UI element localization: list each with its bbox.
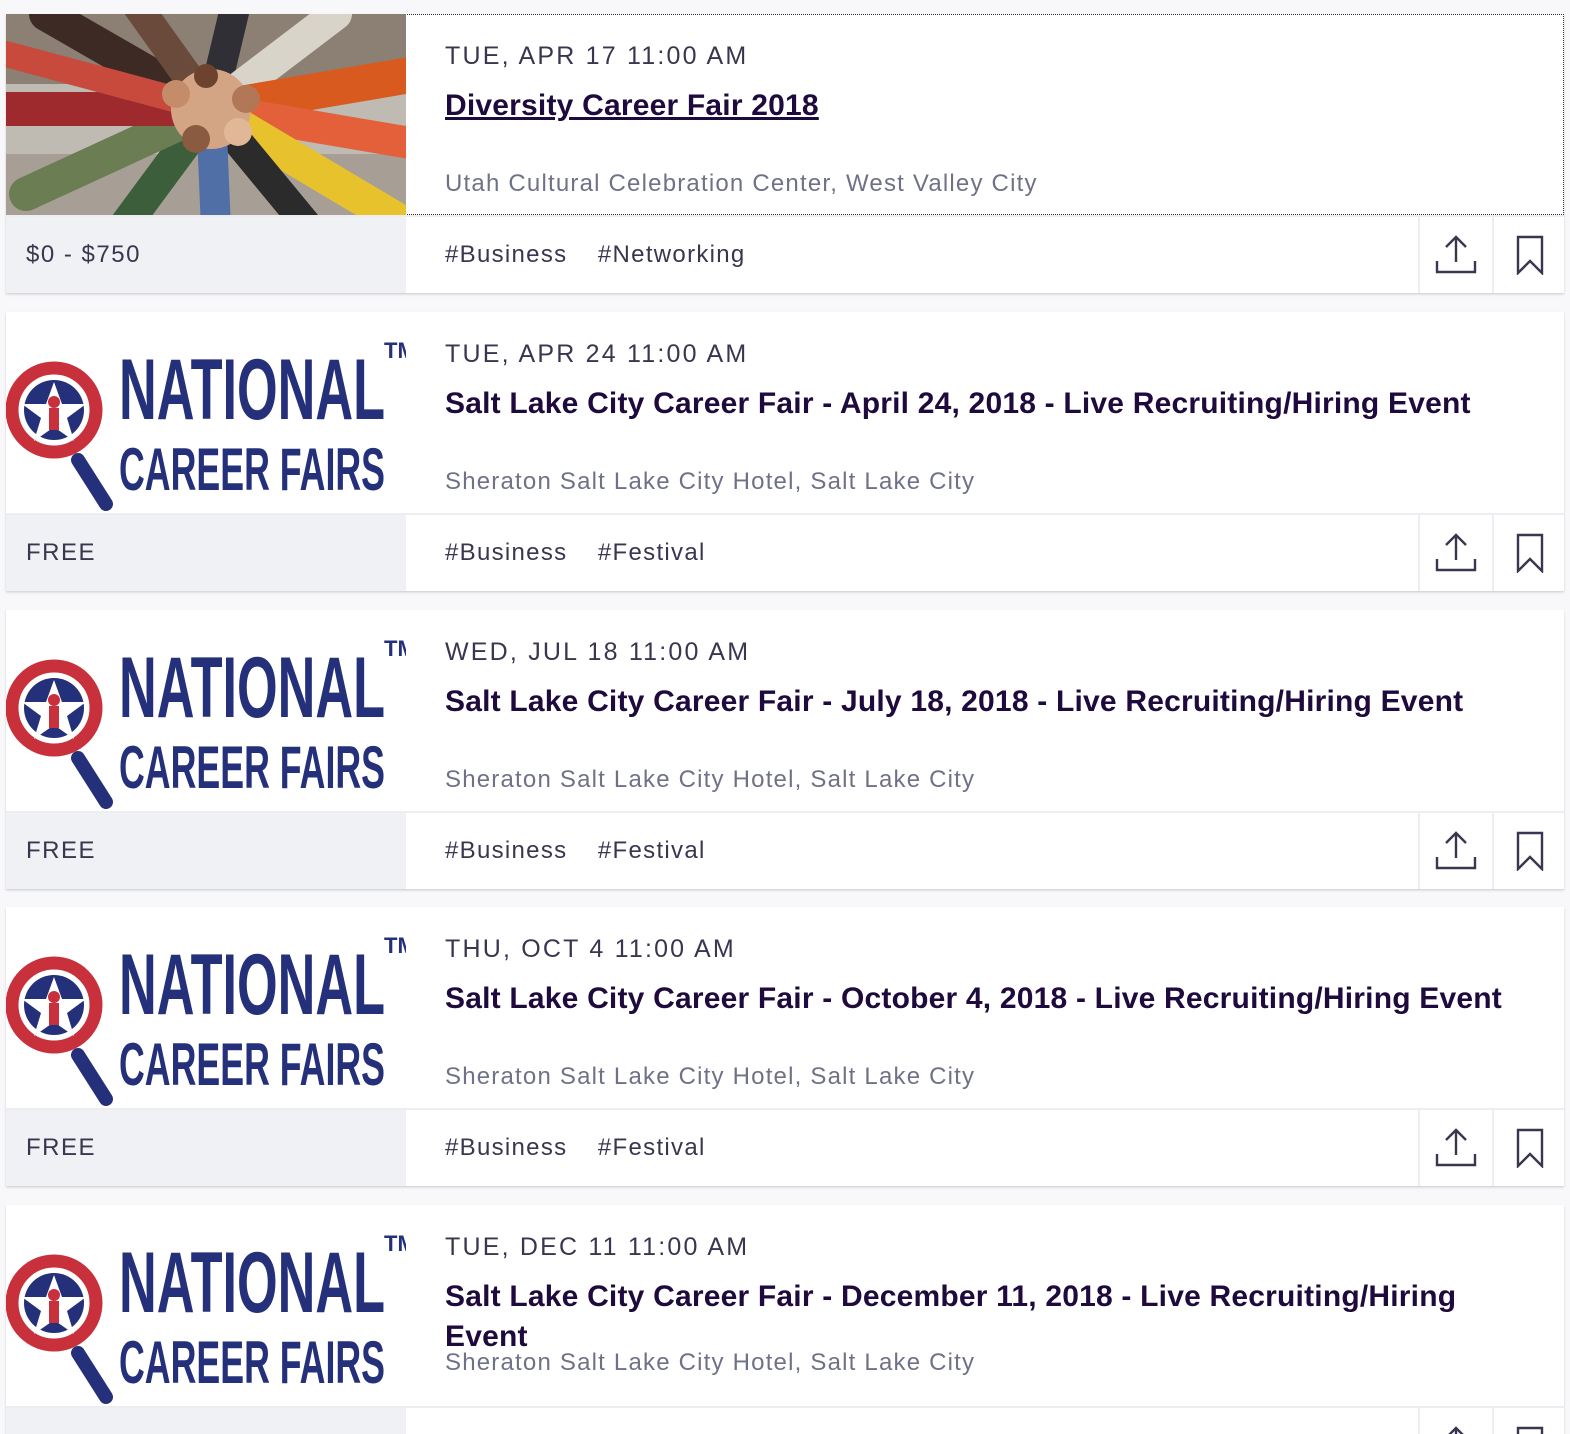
event-card[interactable]: NATIONAL TM CAREER FAIRS THU, OCT 4 11:0… [6, 907, 1564, 1186]
event-title[interactable]: Salt Lake City Career Fair - October 4, … [445, 979, 1525, 1019]
event-card-link[interactable]: NATIONAL TM CAREER FAIRS WED, JUL 18 11:… [6, 610, 1564, 811]
bookmark-button[interactable] [1492, 813, 1566, 889]
event-tag[interactable]: #Business [445, 539, 567, 566]
bookmark-icon [1516, 533, 1544, 573]
event-tag[interactable]: #Business [445, 1134, 567, 1161]
event-card-footer: FREE #Business #Festival [6, 1108, 1564, 1186]
event-tags: #Business #Festival [445, 515, 732, 591]
event-image[interactable] [6, 14, 406, 215]
event-card[interactable]: NATIONAL TM CAREER FAIRS WED, JUL 18 11:… [6, 610, 1564, 889]
event-venue: Sheraton Salt Lake City Hotel, Salt Lake… [445, 1349, 976, 1376]
bookmark-icon [1516, 1426, 1544, 1434]
share-icon [1448, 1426, 1464, 1434]
bookmark-button[interactable] [1492, 1408, 1566, 1434]
logo-word-national: NATIONAL [119, 640, 385, 736]
hands-in-circle-photo [6, 14, 406, 215]
bookmark-button[interactable] [1492, 217, 1566, 293]
event-date: TUE, DEC 11 11:00 AM [445, 1233, 750, 1261]
event-tags: #Business #Festival [445, 1110, 732, 1186]
event-card[interactable]: NATIONAL TM CAREER FAIRS TUE, APR 24 11:… [6, 312, 1564, 591]
logo-trademark: TM [384, 1231, 406, 1256]
event-card-footer: $0 - $750 #Business #Networking [6, 215, 1564, 293]
logo-trademark: TM [384, 338, 406, 363]
event-image[interactable]: NATIONAL TM CAREER FAIRS [6, 312, 406, 513]
event-tag[interactable]: #Festival [598, 837, 706, 864]
event-card-link[interactable]: TUE, APR 17 11:00 AM Diversity Career Fa… [6, 14, 1564, 215]
event-tag[interactable]: #Networking [598, 241, 746, 268]
event-image[interactable]: NATIONAL TM CAREER FAIRS [6, 1205, 406, 1406]
event-tag[interactable]: #Business [445, 241, 567, 268]
event-card[interactable]: NATIONAL TM CAREER FAIRS TUE, DEC 11 11:… [6, 1205, 1564, 1434]
event-image[interactable]: NATIONAL TM CAREER FAIRS [6, 907, 406, 1108]
event-title[interactable]: Salt Lake City Career Fair - December 11… [445, 1277, 1525, 1357]
event-info: TUE, APR 24 11:00 AM Salt Lake City Care… [445, 312, 1545, 513]
event-tag[interactable]: #Festival [598, 1134, 706, 1161]
event-info: TUE, DEC 11 11:00 AM Salt Lake City Care… [445, 1205, 1545, 1406]
event-price: FREE [6, 515, 406, 591]
bookmark-icon [1516, 1128, 1544, 1168]
share-icon [1435, 1128, 1477, 1167]
event-card[interactable]: TUE, APR 17 11:00 AM Diversity Career Fa… [6, 14, 1564, 293]
logo-word-career-fairs: CAREER FAIRS [119, 1031, 385, 1098]
event-venue: Sheraton Salt Lake City Hotel, Salt Lake… [445, 1063, 976, 1090]
event-card-link[interactable]: NATIONAL TM CAREER FAIRS TUE, DEC 11 11:… [6, 1205, 1564, 1406]
event-image[interactable]: NATIONAL TM CAREER FAIRS [6, 610, 406, 811]
event-tag[interactable]: #Festival [598, 539, 706, 566]
event-card-link[interactable]: NATIONAL TM CAREER FAIRS TUE, APR 24 11:… [6, 312, 1564, 513]
logo-word-career-fairs: CAREER FAIRS [119, 1329, 385, 1396]
event-info: TUE, APR 17 11:00 AM Diversity Career Fa… [445, 14, 1545, 215]
event-date: TUE, APR 17 11:00 AM [445, 42, 749, 70]
event-title[interactable]: Salt Lake City Career Fair - April 24, 2… [445, 384, 1525, 424]
bookmark-icon [1516, 235, 1544, 275]
event-date: THU, OCT 4 11:00 AM [445, 935, 736, 963]
share-button[interactable] [1418, 1110, 1492, 1186]
event-tag[interactable]: #Business [445, 837, 567, 864]
event-venue: Utah Cultural Celebration Center, West V… [445, 170, 1038, 197]
event-price: FREE [6, 813, 406, 889]
bookmark-button[interactable] [1492, 1110, 1566, 1186]
national-career-fairs-logo: NATIONAL TM CAREER FAIRS [6, 610, 406, 811]
logo-word-career-fairs: CAREER FAIRS [119, 734, 385, 801]
logo-trademark: TM [384, 933, 406, 958]
logo-word-national: NATIONAL [119, 342, 385, 438]
share-button[interactable] [1418, 217, 1492, 293]
event-venue: Sheraton Salt Lake City Hotel, Salt Lake… [445, 766, 976, 793]
national-career-fairs-logo: NATIONAL TM CAREER FAIRS [6, 1205, 406, 1406]
event-price: $0 - $750 [6, 217, 406, 293]
event-title[interactable]: Salt Lake City Career Fair - July 18, 20… [445, 682, 1525, 722]
share-button[interactable] [1418, 515, 1492, 591]
logo-trademark: TM [384, 636, 406, 661]
logo-word-career-fairs: CAREER FAIRS [119, 436, 385, 503]
event-card-link[interactable]: NATIONAL TM CAREER FAIRS THU, OCT 4 11:0… [6, 907, 1564, 1108]
event-venue: Sheraton Salt Lake City Hotel, Salt Lake… [445, 468, 976, 495]
event-date: TUE, APR 24 11:00 AM [445, 340, 749, 368]
event-card-footer [6, 1406, 1564, 1434]
national-career-fairs-logo: NATIONAL TM CAREER FAIRS [6, 312, 406, 513]
event-card-footer: FREE #Business #Festival [6, 811, 1564, 889]
event-tags: #Business #Networking [445, 217, 772, 293]
event-price: FREE [6, 1110, 406, 1186]
event-price [6, 1408, 406, 1434]
share-button[interactable] [1418, 1408, 1492, 1434]
event-card-footer: FREE #Business #Festival [6, 513, 1564, 591]
share-icon [1435, 533, 1477, 572]
logo-word-national: NATIONAL [119, 1235, 385, 1331]
event-tags: #Business #Festival [445, 813, 732, 889]
event-date: WED, JUL 18 11:00 AM [445, 638, 751, 666]
event-info: THU, OCT 4 11:00 AM Salt Lake City Caree… [445, 907, 1545, 1108]
bookmark-button[interactable] [1492, 515, 1566, 591]
logo-word-national: NATIONAL [119, 937, 385, 1033]
share-icon [1435, 235, 1477, 274]
national-career-fairs-logo: NATIONAL TM CAREER FAIRS [6, 907, 406, 1108]
event-info: WED, JUL 18 11:00 AM Salt Lake City Care… [445, 610, 1545, 811]
share-icon [1435, 831, 1477, 870]
bookmark-icon [1516, 831, 1544, 871]
event-title[interactable]: Diversity Career Fair 2018 [445, 86, 1525, 126]
share-button[interactable] [1418, 813, 1492, 889]
